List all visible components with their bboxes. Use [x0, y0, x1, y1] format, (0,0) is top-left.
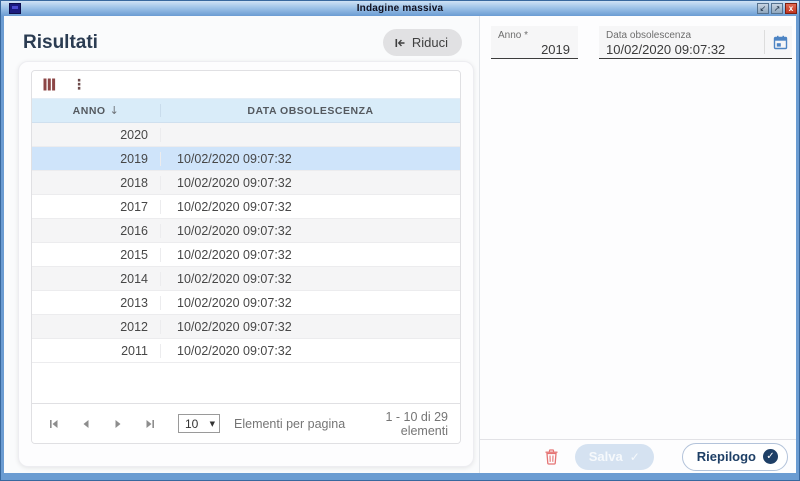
table-row[interactable]: 201310/02/2020 09:07:32	[32, 291, 460, 315]
collapse-button-label: Riduci	[412, 35, 448, 50]
app-window: Indagine massiva ↙ ↗ x Risultati Riduci	[0, 0, 800, 481]
save-button[interactable]: Salva ✓	[575, 444, 654, 470]
pager-range-info: 1 - 10 di 29 elementi	[353, 410, 448, 438]
cell-data-obsolescenza: 10/02/2020 09:07:32	[161, 224, 460, 238]
cell-data-obsolescenza: 10/02/2020 09:07:32	[161, 152, 460, 166]
page-size-label: Elementi per pagina	[234, 417, 345, 431]
save-button-label: Salva	[589, 449, 623, 464]
column-header-data-obsolescenza[interactable]: DATA OBSOLESCENZA	[161, 105, 460, 117]
detail-panel: Anno * 2019 Data obsolescenza 10/02/2020…	[480, 16, 796, 473]
anno-field-label: Anno *	[491, 26, 578, 41]
table-row[interactable]: 201710/02/2020 09:07:32	[32, 195, 460, 219]
table-row[interactable]: 201910/02/2020 09:07:32	[32, 147, 460, 171]
summary-button-label: Riepilogo	[697, 449, 756, 464]
window-controls: ↙ ↗ x	[757, 3, 797, 14]
column-header-data-label: DATA OBSOLESCENZA	[247, 105, 373, 117]
grid-pager: 10 ▼ Elementi per pagina 1 - 10 di 29 el…	[32, 403, 460, 443]
page-title: Risultati	[23, 32, 98, 54]
table-row[interactable]: 201510/02/2020 09:07:32	[32, 243, 460, 267]
calendar-icon	[773, 35, 788, 50]
cell-anno: 2018	[32, 176, 161, 190]
table-row[interactable]: 2020	[32, 123, 460, 147]
table-row[interactable]: 201810/02/2020 09:07:32	[32, 171, 460, 195]
cell-data-obsolescenza: 10/02/2020 09:07:32	[161, 320, 460, 334]
collapse-button[interactable]: Riduci	[383, 29, 462, 56]
data-obsolescenza-field[interactable]: Data obsolescenza 10/02/2020 09:07:32	[599, 26, 792, 59]
cell-anno: 2016	[32, 224, 161, 238]
collapse-left-icon	[394, 37, 406, 49]
window-maximize-button[interactable]: ↗	[771, 3, 783, 14]
anno-field[interactable]: Anno * 2019	[491, 26, 578, 59]
window-content: Risultati Riduci	[4, 16, 796, 473]
pager-first-button[interactable]	[42, 416, 66, 432]
cell-anno: 2017	[32, 200, 161, 214]
grid-empty-area	[32, 363, 460, 403]
cell-anno: 2019	[32, 152, 161, 166]
summary-button[interactable]: Riepilogo ✓	[682, 443, 788, 471]
window-close-button[interactable]: x	[785, 3, 797, 14]
grid-menu-button[interactable]: ⋮	[70, 77, 88, 93]
summary-check-icon: ✓	[763, 449, 778, 464]
pager-next-button[interactable]	[106, 416, 130, 432]
pager-prev-button[interactable]	[74, 416, 98, 432]
table-row[interactable]: 201210/02/2020 09:07:32	[32, 315, 460, 339]
sort-desc-icon: ↓	[110, 104, 120, 117]
table-row[interactable]: 201110/02/2020 09:07:32	[32, 339, 460, 363]
results-card: ⋮ ANNO↓ DATA OBSOLESCENZA 2020201910/02/…	[18, 61, 474, 467]
results-panel: Risultati Riduci	[4, 16, 480, 473]
column-header-anno[interactable]: ANNO ↓	[32, 104, 161, 117]
cell-data-obsolescenza: 10/02/2020 09:07:32	[161, 200, 460, 214]
column-chooser-button[interactable]	[41, 76, 58, 93]
cell-data-obsolescenza: 10/02/2020 09:07:32	[161, 296, 460, 310]
cell-anno: 2015	[32, 248, 161, 262]
window-titlebar[interactable]: Indagine massiva ↙ ↗ x	[1, 1, 799, 16]
cell-anno: 2013	[32, 296, 161, 310]
results-grid: ⋮ ANNO↓ DATA OBSOLESCENZA 2020201910/02/…	[31, 70, 461, 444]
table-row[interactable]: 201410/02/2020 09:07:32	[32, 267, 460, 291]
cell-anno: 2014	[32, 272, 161, 286]
app-icon	[9, 3, 21, 14]
pager-last-button[interactable]	[138, 416, 162, 432]
anno-field-value[interactable]: 2019	[491, 41, 578, 57]
date-picker-button[interactable]	[764, 30, 788, 54]
page-size-value: 10	[185, 417, 198, 431]
column-header-anno-label: ANNO	[73, 105, 106, 117]
window-title: Indagine massiva	[1, 1, 799, 16]
columns-icon	[43, 78, 56, 91]
cell-data-obsolescenza: 10/02/2020 09:07:32	[161, 176, 460, 190]
trash-icon	[544, 449, 559, 465]
cell-anno: 2012	[32, 320, 161, 334]
results-header: Risultati Riduci	[4, 16, 479, 56]
cell-anno: 2011	[32, 344, 161, 358]
save-check-icon: ✓	[630, 450, 640, 464]
window-restore-button[interactable]: ↙	[757, 3, 769, 14]
chevron-down-icon: ▼	[210, 420, 215, 428]
detail-footer: Salva ✓ Riepilogo ✓	[480, 439, 796, 473]
cell-anno: 2020	[32, 128, 161, 142]
cell-data-obsolescenza: 10/02/2020 09:07:32	[161, 272, 460, 286]
page-size-select[interactable]: 10 ▼	[178, 414, 220, 433]
kebab-menu-icon: ⋮	[72, 79, 86, 91]
cell-data-obsolescenza: 10/02/2020 09:07:32	[161, 248, 460, 262]
table-row[interactable]: 201610/02/2020 09:07:32	[32, 219, 460, 243]
cell-data-obsolescenza: 10/02/2020 09:07:32	[161, 344, 460, 358]
grid-header-row: ANNO ↓ DATA OBSOLESCENZA	[32, 98, 460, 123]
table-body: 2020201910/02/2020 09:07:32201810/02/202…	[32, 123, 460, 363]
delete-button[interactable]	[542, 447, 561, 467]
grid-toolbar: ⋮	[32, 71, 460, 98]
